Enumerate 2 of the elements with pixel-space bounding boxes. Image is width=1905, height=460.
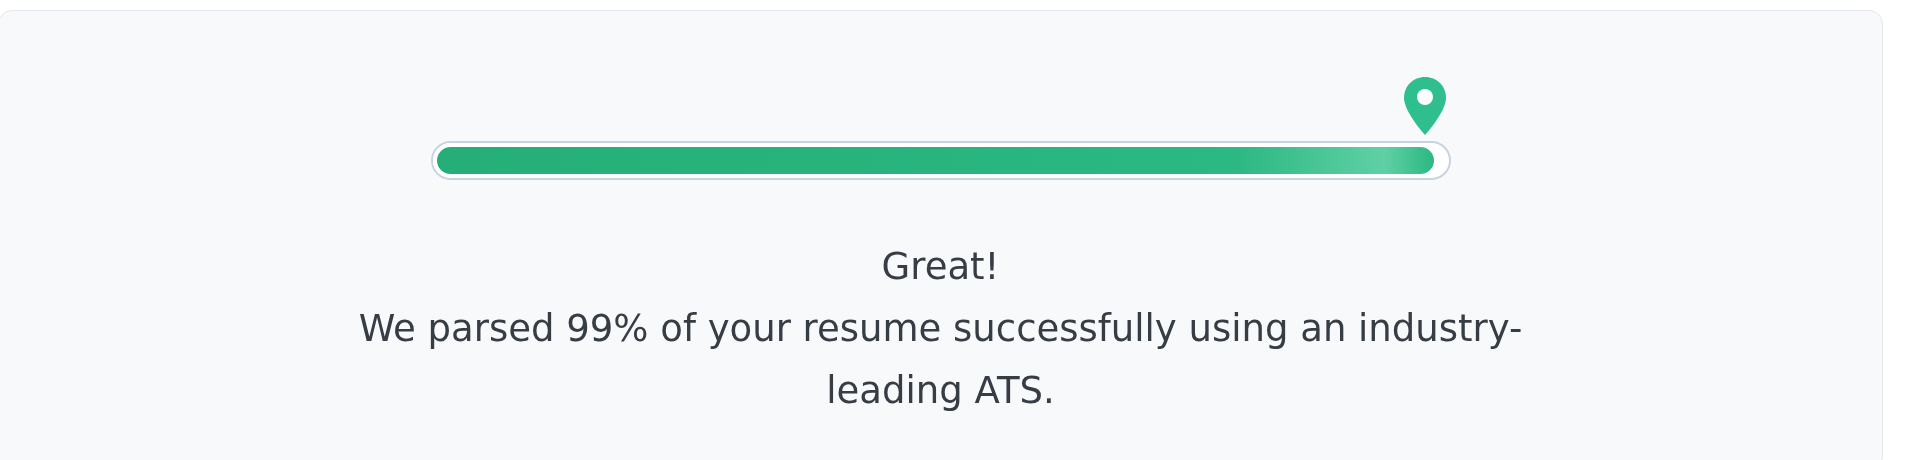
message-title: Great! <box>880 244 1001 290</box>
message-text: We parsed 99% of your resume successfully using an industry-leading ATS. <box>357 306 1524 414</box>
